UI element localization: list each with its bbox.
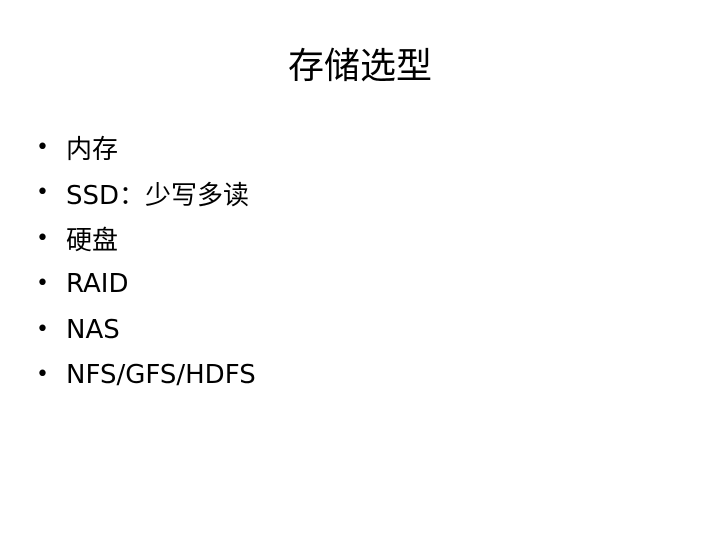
bullet-icon: • [36, 134, 49, 160]
list-item-text: NFS/GFS/HDFS [66, 360, 256, 391]
bullet-icon: • [36, 225, 49, 251]
list-item: • SSD：少写多读 [36, 171, 256, 217]
bullet-icon: • [36, 180, 49, 206]
list-item-text: RAID [66, 269, 129, 300]
list-item: • RAID [36, 262, 256, 308]
list-item-text: SSD：少写多读 [66, 180, 250, 211]
list-item-text: 硬盘 [66, 226, 119, 257]
bullet-icon: • [36, 316, 49, 342]
slide-title: 存储选型 [287, 46, 432, 87]
list-item-text: NAS [66, 314, 120, 345]
list-item: • NAS [36, 307, 256, 353]
bullet-icon: • [36, 362, 49, 388]
slide: 存储选型 • 内存 • SSD：少写多读 • 硬盘 • RAID • NAS •… [0, 0, 720, 540]
list-item: • 硬盘 [36, 216, 256, 262]
list-item: • NFS/GFS/HDFS [36, 353, 256, 399]
list-item: • 内存 [36, 125, 256, 171]
list-item-text: 内存 [66, 135, 119, 166]
bullet-list: • 内存 • SSD：少写多读 • 硬盘 • RAID • NAS • NFS/… [36, 125, 256, 398]
bullet-icon: • [36, 271, 49, 297]
